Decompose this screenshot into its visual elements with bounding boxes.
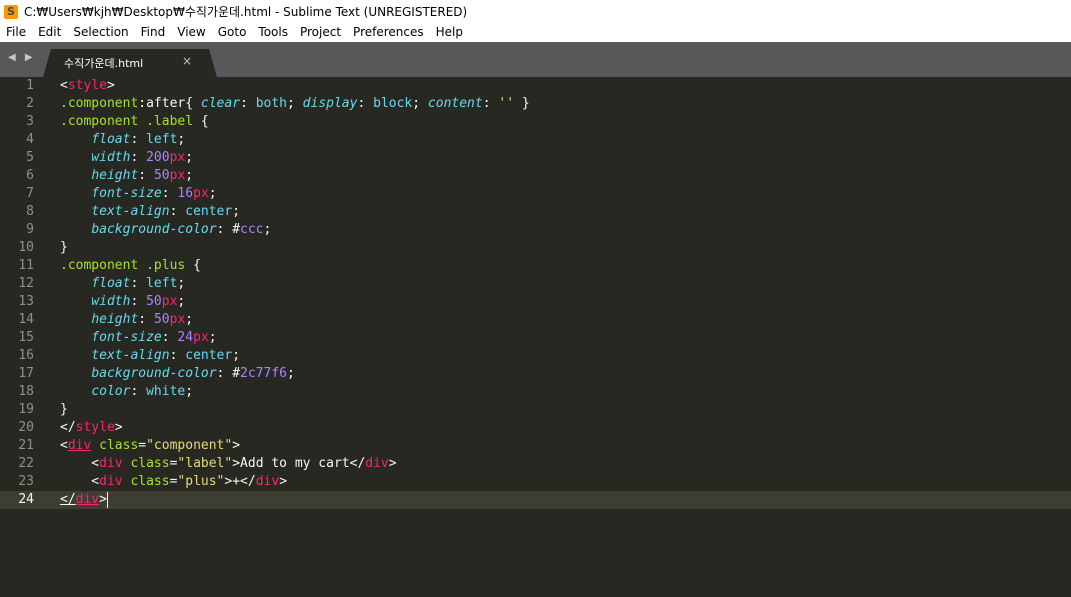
text-caret [106,491,108,508]
line-number: 9 [26,222,34,237]
line-number: 6 [26,168,34,183]
menu-tools[interactable]: Tools [252,23,294,42]
line-number: 10 [18,240,34,255]
tab-active-file[interactable]: 수직가운데.html × [43,49,217,77]
menu-bar: File Edit Selection Find View Goto Tools… [0,23,1071,42]
line-number: 14 [18,312,34,327]
line-number: 3 [26,114,34,129]
line-number-gutter: 1 2 3 4 5 6 7 8 9 10 11 12 13 14 15 16 1… [0,77,40,509]
code-line[interactable]: <div class="plus">+</div> [60,473,530,491]
code-line[interactable]: } [60,239,530,257]
line-number: 11 [18,258,34,273]
line-number: 16 [18,348,34,363]
line-number: 12 [18,276,34,291]
code-line[interactable]: <div class="label">Add to my cart</div> [60,455,530,473]
code-line[interactable]: float: left; [60,275,530,293]
code-line[interactable]: width: 50px; [60,293,530,311]
line-number: 23 [18,474,34,489]
code-line[interactable]: width: 200px; [60,149,530,167]
code-line[interactable]: </div> [60,491,530,509]
code-line[interactable]: text-align: center; [60,203,530,221]
tab-nav-arrows-icon[interactable]: ◀ ▶ [8,52,36,63]
code-line[interactable]: </style> [60,419,530,437]
menu-selection[interactable]: Selection [67,23,134,42]
line-number: 2 [26,96,34,111]
line-number: 20 [18,420,34,435]
line-number: 13 [18,294,34,309]
code-line[interactable]: .component .plus { [60,257,530,275]
code-line[interactable]: color: white; [60,383,530,401]
line-number: 19 [18,402,34,417]
tab-close-icon[interactable]: × [182,54,192,68]
code-line[interactable]: height: 50px; [60,167,530,185]
line-number: 4 [26,132,34,147]
code-line[interactable]: font-size: 16px; [60,185,530,203]
window-title: C:₩Users₩kjh₩Desktop₩수직가운데.html - Sublim… [24,5,468,19]
code-line[interactable]: .component:after{ clear: both; display: … [60,95,530,113]
code-line[interactable]: height: 50px; [60,311,530,329]
code-editor[interactable]: 1 2 3 4 5 6 7 8 9 10 11 12 13 14 15 16 1… [0,77,1071,597]
menu-preferences[interactable]: Preferences [347,23,430,42]
code-line[interactable]: .component .label { [60,113,530,131]
menu-edit[interactable]: Edit [32,23,67,42]
code-line[interactable]: font-size: 24px; [60,329,530,347]
code-line[interactable]: background-color: #ccc; [60,221,530,239]
tab-label: 수직가운데.html [64,57,144,70]
code-text[interactable]: <style> .component:after{ clear: both; di… [60,77,530,509]
menu-find[interactable]: Find [135,23,172,42]
title-bar: S C:₩Users₩kjh₩Desktop₩수직가운데.html - Subl… [0,0,1071,23]
menu-goto[interactable]: Goto [212,23,253,42]
line-number: 21 [18,438,34,453]
line-number: 22 [18,456,34,471]
tab-bar: ◀ ▶ 수직가운데.html × [0,42,1071,77]
line-number: 18 [18,384,34,399]
line-number: 8 [26,204,34,219]
line-number: 15 [18,330,34,345]
code-line[interactable]: text-align: center; [60,347,530,365]
code-line[interactable]: <div class="component"> [60,437,530,455]
line-number: 1 [26,78,34,93]
menu-file[interactable]: File [0,23,32,42]
menu-project[interactable]: Project [294,23,347,42]
code-line[interactable]: <style> [60,77,530,95]
line-number-active: 24 [18,492,34,507]
menu-view[interactable]: View [171,23,211,42]
code-line[interactable]: background-color: #2c77f6; [60,365,530,383]
sublime-icon: S [4,4,18,19]
code-line[interactable]: } [60,401,530,419]
code-line[interactable]: float: left; [60,131,530,149]
line-number: 17 [18,366,34,381]
menu-help[interactable]: Help [430,23,469,42]
line-number: 7 [26,186,34,201]
line-number: 5 [26,150,34,165]
